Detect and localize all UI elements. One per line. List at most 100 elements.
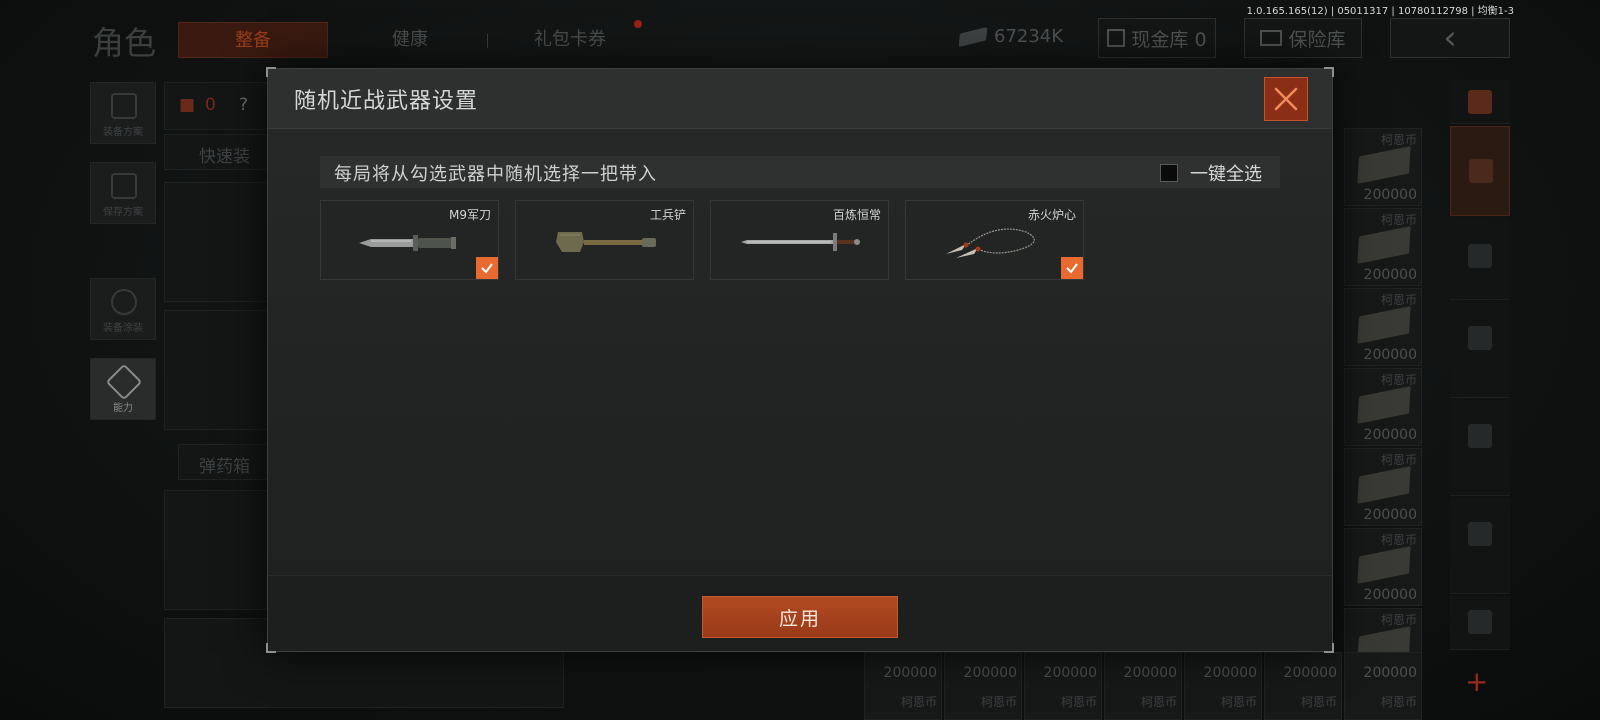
download-icon (111, 173, 137, 199)
stash-item[interactable]: 柯恩币200000 (1344, 128, 1422, 206)
tab-health[interactable]: 健康 (360, 22, 460, 58)
stash-item[interactable]: 200000 柯恩币 (1104, 652, 1182, 720)
stash-item[interactable]: 200000 柯恩币 (1264, 652, 1342, 720)
weapon-name: M9军刀 (449, 208, 491, 222)
lightning-icon (105, 363, 143, 401)
weapon-name: 赤火炉心 (1027, 208, 1076, 222)
description-text: 每局将从勾选武器中随机选择一把带入 (334, 164, 657, 185)
side-label: 保存方案 (103, 207, 143, 218)
checkmark-icon (1066, 263, 1078, 274)
stash-item[interactable]: 柯恩币200000 (1344, 208, 1422, 286)
page-title: 角色 (92, 24, 157, 62)
cash-stack-icon (1357, 546, 1411, 584)
cash-stack-icon (1357, 306, 1411, 344)
chevron-left-icon: ‹ (1443, 18, 1457, 58)
shovel-icon (556, 232, 656, 252)
rope-dart-icon (946, 228, 1035, 258)
side-label: 装备涂装 (103, 323, 143, 334)
dialog-body: 每局将从勾选武器中随机选择一把带入 一键全选 (268, 129, 1332, 577)
magazine-icon (1468, 424, 1492, 448)
info-bar: 每局将从勾选武器中随机选择一把带入 一键全选 (320, 156, 1280, 188)
cash-vault-label: 现金库 0 (1131, 28, 1207, 51)
armor-icon: ■ (179, 95, 196, 115)
side-ability[interactable]: 能力 (90, 358, 156, 420)
filter-helmet[interactable] (1450, 220, 1510, 300)
stash-item[interactable]: 柯恩币200000 (1344, 448, 1422, 526)
armor-status: ■ 0 ? (164, 82, 268, 130)
scope-icon (1468, 610, 1492, 634)
rifle-icon (1468, 326, 1492, 350)
checkbox-checked[interactable] (476, 257, 498, 279)
cash-stack-icon (1357, 146, 1411, 184)
sort-button[interactable] (1450, 80, 1510, 124)
dialog-header: 随机近战武器设置 (268, 69, 1332, 129)
backpack-icon (111, 93, 137, 119)
side-save-plan[interactable]: 保存方案 (90, 162, 156, 224)
close-icon (1274, 87, 1298, 111)
stack-icon (1469, 159, 1493, 183)
cash-icon (958, 26, 988, 47)
quick-equip-button[interactable]: 快速装 (164, 134, 268, 170)
stash-item[interactable]: 柯恩币200000 (1344, 288, 1422, 366)
cash-vault-button[interactable]: 现金库 0 (1098, 18, 1216, 58)
notification-dot (634, 20, 642, 28)
side-equipment-skin[interactable]: 装备涂装 (90, 278, 156, 340)
checkbox-checked[interactable] (1061, 257, 1083, 279)
select-all-label: 一键全选 (1190, 164, 1262, 185)
tab-gift-coupons[interactable]: 礼包卡券 (510, 22, 630, 58)
stash-item[interactable]: 200000 柯恩币 (864, 652, 942, 720)
stash-item[interactable]: 200000 柯恩币 (1344, 652, 1422, 720)
stash-item[interactable]: 柯恩币200000 (1344, 368, 1422, 446)
equipment-slot[interactable] (164, 182, 268, 302)
ammo-box-button[interactable]: 弹药箱 (178, 444, 268, 480)
filter-all[interactable] (1450, 126, 1510, 216)
cash-stack-icon (1357, 466, 1411, 504)
weapon-card-rope-dart[interactable]: 赤火炉心 (905, 200, 1084, 280)
version-text: 1.0.165.165(12) | 05011317 | 10780112798… (1246, 6, 1514, 17)
insurance-label: 保险库 (1288, 28, 1346, 51)
side-label: 装备方案 (103, 127, 143, 138)
help-icon[interactable]: ? (239, 95, 248, 115)
random-melee-weapon-dialog: 随机近战武器设置 每局将从勾选武器中随机选择一把带入 一键全选 M9军刀 工兵铲… (266, 67, 1334, 653)
armor-count: 0 (205, 95, 216, 115)
longsword-icon (741, 233, 860, 251)
filter-attachment[interactable] (1450, 498, 1510, 594)
apply-button[interactable]: 应用 (702, 596, 898, 638)
currency-amount: 67234K (994, 26, 1064, 47)
weapon-list: M9军刀 工兵铲 百炼恒常 赤火炉心 (320, 200, 1084, 280)
select-all-toggle[interactable]: 一键全选 (1160, 160, 1262, 186)
weapon-card-longsword[interactable]: 百炼恒常 (710, 200, 889, 280)
helmet-icon (1468, 244, 1492, 268)
helmet-icon (111, 289, 137, 315)
weapon-card-m9-bayonet[interactable]: M9军刀 (320, 200, 499, 280)
weapon-card-entrenching-shovel[interactable]: 工兵铲 (515, 200, 694, 280)
bayonet-icon (359, 235, 456, 251)
tab-separator (487, 34, 488, 48)
stash-item[interactable]: 200000 柯恩币 (1184, 652, 1262, 720)
cash-stack-icon (1357, 226, 1411, 264)
safe-icon (1260, 30, 1283, 46)
tab-prepare[interactable]: 整备 (178, 22, 328, 58)
stash-item[interactable]: 柯恩币200000 (1344, 528, 1422, 606)
stash-item[interactable]: 200000 柯恩币 (944, 652, 1022, 720)
filter-magazine[interactable] (1450, 400, 1510, 496)
cash-stack-icon (1357, 386, 1411, 424)
side-loadout-plan[interactable]: 装备方案 (90, 82, 156, 144)
attachment-icon (1468, 522, 1492, 546)
stash-item[interactable]: 200000 柯恩币 (1024, 652, 1102, 720)
game-screen: 1.0.165.165(12) | 05011317 | 10780112798… (0, 0, 1600, 720)
close-button[interactable] (1264, 77, 1308, 121)
currency-display: 67234K (958, 26, 1064, 47)
insurance-vault-button[interactable]: 保险库 (1244, 18, 1362, 58)
side-label: 能力 (113, 403, 133, 414)
equipment-slot[interactable] (164, 490, 268, 610)
equipment-slot[interactable] (164, 310, 268, 430)
add-icon[interactable]: + (1465, 665, 1488, 698)
back-button[interactable]: ‹ (1390, 18, 1510, 58)
filter-scope[interactable] (1450, 596, 1510, 650)
quick-equip-label: 快速装 (199, 147, 250, 167)
filter-rifle[interactable] (1450, 302, 1510, 398)
ammo-label: 弹药箱 (199, 457, 250, 477)
select-all-checkbox[interactable] (1160, 164, 1178, 182)
vault-icon (1107, 29, 1126, 47)
